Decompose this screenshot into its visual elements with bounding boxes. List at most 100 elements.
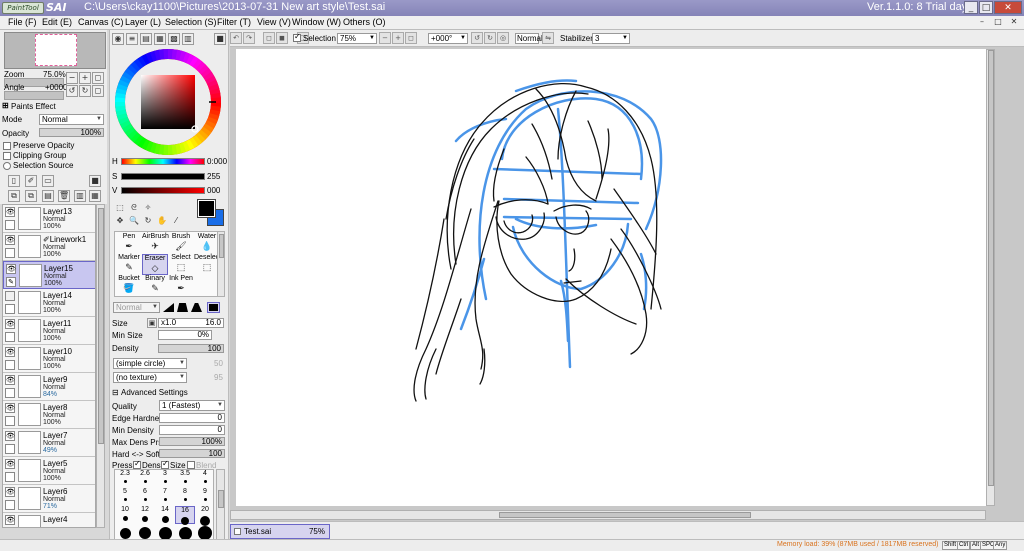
paints-effect-label[interactable]: Paints Effect bbox=[11, 102, 56, 111]
layer-lock-icon[interactable] bbox=[5, 500, 15, 510]
menu-selection[interactable]: Selection (S) bbox=[165, 17, 217, 27]
visibility-eye-icon[interactable]: 👁 bbox=[5, 347, 15, 357]
document-tab-test-sai[interactable]: Test.sai 75% bbox=[230, 524, 330, 539]
brush-size-cell[interactable]: 9 bbox=[195, 488, 215, 506]
layer-lock-icon[interactable] bbox=[5, 388, 15, 398]
layer-list-scroll-thumb[interactable] bbox=[98, 208, 104, 444]
scratchpad-mode-icon[interactable]: ▩ bbox=[168, 33, 180, 45]
paints-effect-icon[interactable]: ⊞ bbox=[2, 101, 9, 110]
maximize-button[interactable]: □ bbox=[979, 1, 993, 14]
rotate-left-icon[interactable]: ↺ bbox=[66, 85, 78, 97]
move-icon[interactable]: ✥ bbox=[114, 216, 126, 228]
value-slider[interactable] bbox=[121, 187, 205, 194]
angle-slider[interactable] bbox=[4, 91, 64, 100]
layer-lock-icon[interactable] bbox=[5, 304, 15, 314]
apply-mask-icon[interactable]: ▦ bbox=[89, 190, 101, 202]
visibility-eye-icon[interactable]: 👁 bbox=[5, 515, 15, 525]
brush-size-cell[interactable]: 3.5 bbox=[175, 470, 195, 488]
redo-icon[interactable]: ↷ bbox=[243, 32, 255, 44]
layer-lock-icon[interactable] bbox=[5, 332, 15, 342]
visibility-eye-icon[interactable]: 👁 bbox=[5, 375, 15, 385]
visibility-eye-icon[interactable]: 👁 bbox=[5, 487, 15, 497]
layer-menu-icon[interactable]: ■ bbox=[89, 175, 101, 187]
brush-size-cell[interactable]: 4 bbox=[195, 470, 215, 488]
swatch-mode-icon[interactable]: ▦ bbox=[154, 33, 166, 45]
layer-row[interactable]: 👁 Layer6 Normal 71% bbox=[3, 485, 95, 513]
visibility-eye-icon[interactable]: 👁 bbox=[5, 319, 15, 329]
edge-hardness-field[interactable]: 0 bbox=[159, 413, 225, 423]
layer-lock-icon[interactable] bbox=[5, 472, 15, 482]
rotate-right-icon[interactable]: ↻ bbox=[484, 32, 496, 44]
tool-binary[interactable]: Binary ✎ bbox=[142, 275, 168, 296]
merge-layer-icon[interactable]: ⧉ bbox=[25, 190, 37, 202]
flip-icon[interactable]: ⇋ bbox=[542, 32, 554, 44]
rotate-right-icon[interactable]: ↻ bbox=[79, 85, 91, 97]
rotate-tool-icon[interactable]: ↻ bbox=[142, 216, 154, 228]
selection-checkbox[interactable] bbox=[293, 32, 301, 42]
layer-row-selected[interactable]: 👁 ✎ Layer15 Normal 100% bbox=[3, 261, 95, 289]
canvas-horizontal-scrollbar[interactable] bbox=[230, 510, 986, 520]
brush-size-cell[interactable]: 2.3 bbox=[115, 470, 135, 488]
tool-eraser[interactable]: Eraser ◇ bbox=[142, 254, 168, 275]
tool-airbrush[interactable]: AirBrush ✈ bbox=[142, 233, 169, 254]
mixer-mode-icon[interactable]: ▥ bbox=[182, 33, 194, 45]
press-blend-checkbox[interactable] bbox=[187, 461, 195, 469]
view-mode-select[interactable]: Normal bbox=[515, 33, 543, 44]
advanced-settings-toggle-icon[interactable]: ⊟ bbox=[112, 388, 119, 397]
shape-medium-icon[interactable] bbox=[177, 303, 188, 312]
visibility-eye-icon[interactable]: 👁 bbox=[5, 431, 15, 441]
tool-marker[interactable]: Marker ✎ bbox=[116, 254, 142, 275]
layer-lock-icon[interactable] bbox=[5, 360, 15, 370]
brush-size-cell[interactable]: 3 bbox=[155, 470, 175, 488]
brush-size-cell[interactable]: 16 bbox=[175, 506, 195, 525]
visibility-eye-icon[interactable]: 👁 bbox=[5, 459, 15, 469]
press-dens-checkbox[interactable] bbox=[133, 459, 141, 469]
opacity-slider[interactable]: 100% bbox=[39, 128, 104, 137]
new-layer-icon[interactable]: ▯ bbox=[8, 175, 20, 187]
lasso-icon[interactable]: ᘓ bbox=[128, 203, 140, 215]
mask-layer-icon[interactable]: ▥ bbox=[74, 190, 86, 202]
canvas-horizontal-scroll-thumb[interactable] bbox=[499, 512, 751, 518]
layer-row[interactable]: 👁 Layer5 Normal 100% bbox=[3, 457, 95, 485]
mdi-close-button[interactable]: ✕ bbox=[1008, 17, 1020, 28]
zoom-in-icon[interactable]: + bbox=[79, 72, 91, 84]
menu-filter[interactable]: Filter (T) bbox=[217, 17, 251, 27]
brush-size-cell[interactable]: 2.6 bbox=[135, 470, 155, 488]
hsv-slider-mode-icon[interactable]: ▤ bbox=[140, 33, 152, 45]
close-button[interactable]: ✕ bbox=[994, 1, 1022, 14]
color-wheel-mode-icon[interactable]: ◉ bbox=[112, 33, 124, 45]
selection-source-radio[interactable] bbox=[3, 162, 11, 170]
clear-layer-icon[interactable]: ▤ bbox=[42, 190, 54, 202]
clipping-group-checkbox[interactable] bbox=[3, 152, 11, 160]
tool-ink-pen[interactable]: Ink Pen ✒ bbox=[168, 275, 194, 296]
brush-size-cell[interactable]: 12 bbox=[135, 506, 155, 524]
delete-layer-icon[interactable]: 🗑 bbox=[58, 190, 70, 202]
undo-icon[interactable]: ↶ bbox=[230, 32, 242, 44]
rotate-left-icon[interactable]: ↺ bbox=[471, 32, 483, 44]
navigator-preview[interactable] bbox=[4, 32, 106, 69]
layer-row[interactable]: 👁 Layer11 Normal 100% bbox=[3, 317, 95, 345]
layer-row[interactable]: 👁 Layer10 Normal 100% bbox=[3, 345, 95, 373]
selection-rect-icon[interactable]: ⬚ bbox=[114, 203, 126, 215]
magic-wand-icon[interactable]: ✧ bbox=[142, 203, 154, 215]
copy-layer-icon[interactable]: ⧉ bbox=[8, 190, 20, 202]
shape-flat-icon[interactable] bbox=[207, 302, 220, 313]
brush-size-cell[interactable]: 5 bbox=[115, 488, 135, 506]
brush-size-cell[interactable]: 8 bbox=[175, 488, 195, 506]
navigator-viewport[interactable] bbox=[35, 34, 77, 66]
shape-soft-icon[interactable] bbox=[191, 303, 202, 312]
brush-shape-select[interactable]: (simple circle) ▼ bbox=[113, 358, 187, 369]
tool-blend-select[interactable]: Normal ▼ bbox=[113, 302, 160, 313]
size-range-icon[interactable]: ▣ bbox=[147, 318, 157, 328]
drawing-canvas[interactable] bbox=[236, 49, 994, 506]
zoom-fit-icon[interactable]: ◻ bbox=[405, 32, 417, 44]
layer-paint-icon[interactable]: ✎ bbox=[6, 277, 16, 287]
zoom-tool-icon[interactable]: 🔍 bbox=[128, 216, 140, 228]
zoom-in-icon[interactable]: + bbox=[392, 32, 404, 44]
color-panel-menu-icon[interactable]: ■ bbox=[214, 33, 226, 45]
zoom-reset-icon[interactable]: ◻ bbox=[92, 72, 104, 84]
layer-lock-icon[interactable] bbox=[5, 444, 15, 454]
layer-row[interactable]: 👁 Layer8 Normal 100% bbox=[3, 401, 95, 429]
menu-edit[interactable]: Edit (E) bbox=[42, 17, 72, 27]
new-linework-layer-icon[interactable]: ✐ bbox=[25, 175, 37, 187]
